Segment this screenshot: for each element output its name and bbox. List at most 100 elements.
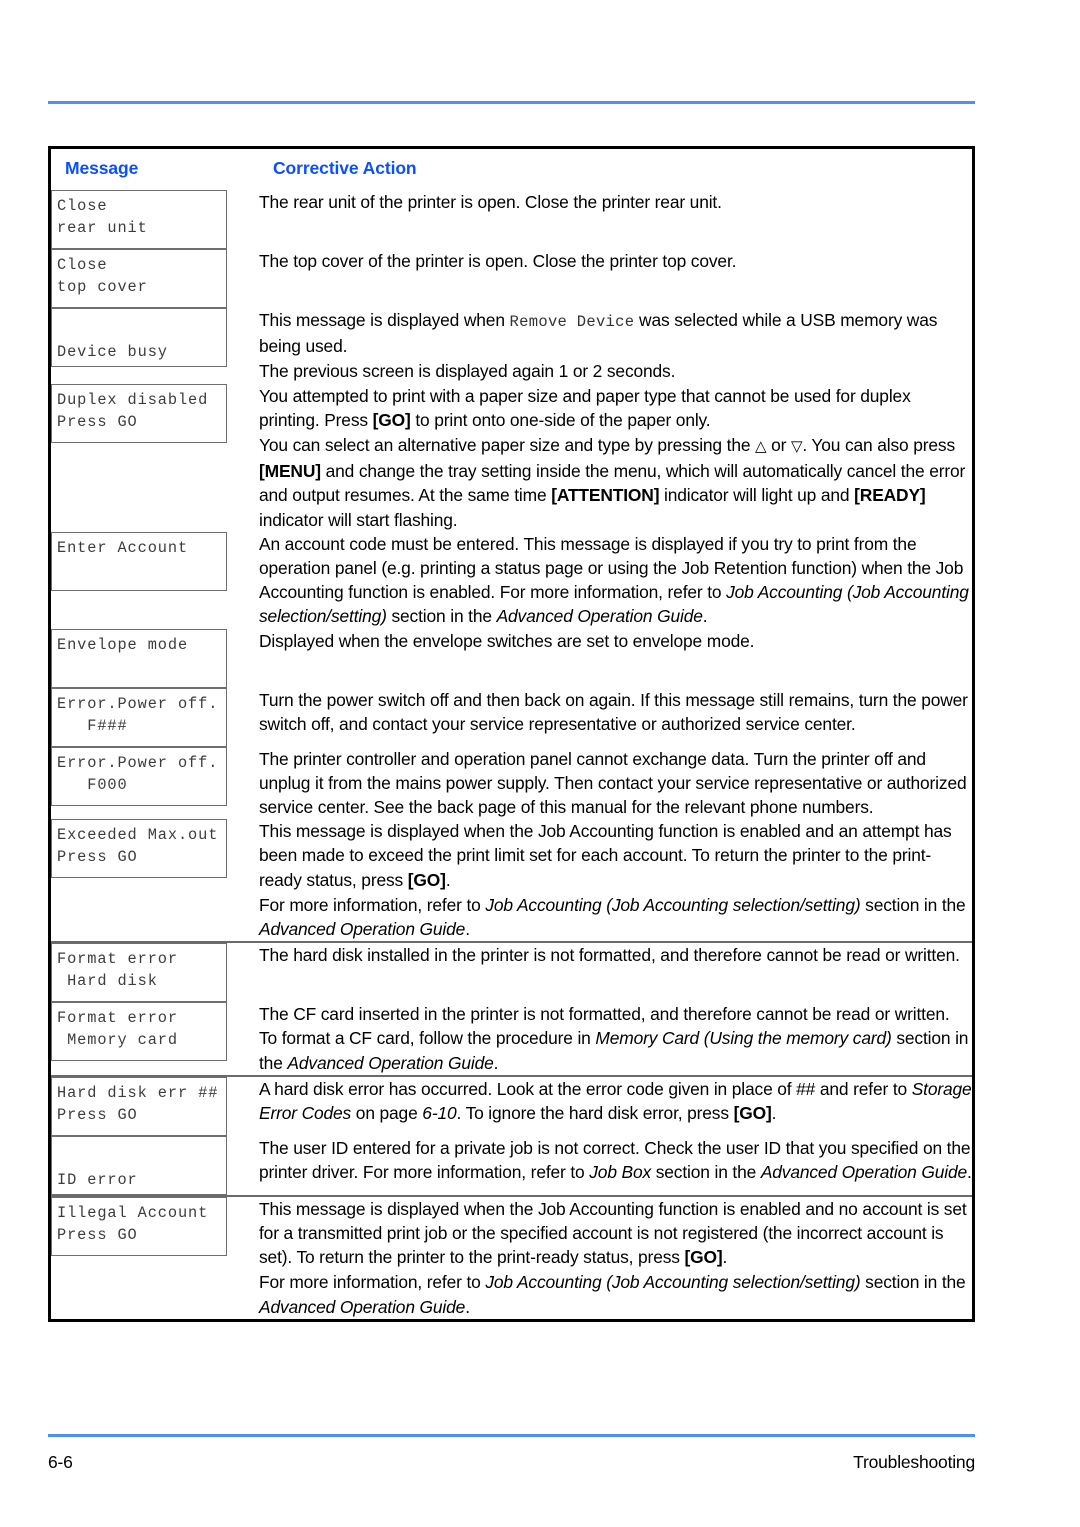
lcd-display-close-rear-unit: Close rear unit <box>51 190 227 249</box>
lcd-display-format-error-hard-disk: Format error Hard disk <box>51 943 227 1003</box>
message-cell-illegal-account: Illegal Account Press GO <box>51 1196 259 1319</box>
page-reference: 6-10 <box>422 1103 457 1124</box>
lcd-line: Memory card <box>57 1031 178 1050</box>
triangle-down-icon: ▽ <box>790 438 803 456</box>
corrective-action-cell: The user ID entered for a private job is… <box>259 1135 972 1197</box>
lcd-line <box>57 656 226 678</box>
text-segment: . <box>967 1162 972 1183</box>
corrective-action-text: This message is displayed when Remove De… <box>259 308 972 358</box>
text-segment: or <box>766 435 791 456</box>
footer-section-title: Troubleshooting <box>853 1452 975 1472</box>
footer-page-number: 6-6 <box>48 1452 73 1472</box>
lcd-line: rear unit <box>57 219 148 237</box>
corrective-action-text: This message is displayed when the Job A… <box>259 819 972 892</box>
key-label-go: [GO] <box>407 869 446 890</box>
corrective-action-text: Turn the power switch off and then back … <box>259 689 968 734</box>
text-segment: This message is displayed when the Job A… <box>259 821 952 890</box>
message-cell-envelope-mode: Envelope mode <box>51 628 259 688</box>
message-cell-error-power-off-fhash: Error.Power off. F### <box>51 687 259 747</box>
text-segment: . <box>465 919 470 940</box>
lcd-display-enter-account: Enter Account <box>51 531 227 591</box>
lcd-line: Illegal Account <box>57 1203 209 1222</box>
reference-title: Memory Card (Using the memory card) <box>595 1028 892 1049</box>
text-segment: This message is displayed when the Job A… <box>259 1198 967 1268</box>
text-segment: . <box>722 1247 728 1268</box>
text-segment: For more information, refer to <box>259 1272 486 1293</box>
text-segment: section in the <box>386 606 497 627</box>
corrective-action-cell: The CF card inserted in the printer is n… <box>259 1002 972 1077</box>
text-segment: section in the <box>860 1272 966 1293</box>
lcd-line: Close <box>57 197 108 215</box>
corrective-action-cell: Displayed when the envelope switches are… <box>259 629 972 688</box>
lcd-line: Press GO <box>57 848 138 867</box>
table-header: Message Corrective Action <box>51 149 972 190</box>
lcd-line: ID error <box>57 1170 138 1189</box>
column-header-message-label: Message <box>65 158 139 178</box>
column-header-corrective-action: Corrective Action <box>259 149 972 190</box>
text-segment: . <box>493 1052 499 1073</box>
table-row: Close top cover The top cover of the pri… <box>51 249 972 308</box>
corrective-action-cell: A hard disk error has occurred. Look at … <box>259 1076 972 1136</box>
triangle-up-icon: △ <box>755 438 767 456</box>
corrective-action-text: The rear unit of the printer is open. Cl… <box>259 192 722 212</box>
table-row: Device busy This message is displayed wh… <box>51 308 972 384</box>
message-cell-device-busy: Device busy <box>51 308 259 384</box>
text-segment: . <box>445 869 451 890</box>
table-row: Hard disk err ## Press GO A hard disk er… <box>51 1076 972 1136</box>
footer-rule <box>48 1434 975 1437</box>
key-label-go: [GO] <box>372 409 411 430</box>
reference-title: Job Box <box>589 1162 652 1183</box>
corrective-action-text: For more information, refer to Job Accou… <box>259 1270 972 1318</box>
lcd-line: Device busy <box>57 343 168 361</box>
message-cell-close-top-cover: Close top cover <box>51 249 259 308</box>
message-table: Message Corrective Action Close rear uni… <box>51 149 972 1319</box>
text-segment: . <box>465 1296 470 1317</box>
lcd-line: Press GO <box>57 1105 138 1124</box>
table-row: Format error Memory card The CF card ins… <box>51 1002 972 1077</box>
table-row: Error.Power off. F000 The printer contro… <box>51 746 972 820</box>
message-cell-format-error-memory-card: Format error Memory card <box>51 1002 259 1077</box>
lcd-line: Press GO <box>57 1225 138 1244</box>
lcd-display-error-power-off-fhash: Error.Power off. F### <box>51 687 227 747</box>
key-label-attention: [ATTENTION] <box>551 485 660 506</box>
lcd-line: Error.Power off. <box>57 753 219 772</box>
table-row: ID error The user ID entered for a priva… <box>51 1135 972 1197</box>
text-segment: . <box>702 606 708 627</box>
table-row: Format error Hard disk The hard disk ins… <box>51 942 972 1003</box>
corrective-action-cell: The top cover of the printer is open. Cl… <box>259 249 972 308</box>
lcd-line: Duplex disabled <box>57 390 209 409</box>
lcd-line: F000 <box>57 775 128 794</box>
lcd-line: Hard disk err ## <box>57 1083 219 1102</box>
text-segment: to print onto one-side of the paper only… <box>410 409 711 430</box>
lcd-display-format-error-memory-card: Format error Memory card <box>51 1002 227 1062</box>
lcd-line: Exceeded Max.out <box>57 826 219 845</box>
message-cell-format-error-hard-disk: Format error Hard disk <box>51 942 259 1003</box>
text-segment: This message is displayed when <box>259 310 510 330</box>
lcd-line: F### <box>57 716 128 735</box>
corrective-action-text: Displayed when the envelope switches are… <box>259 630 755 651</box>
corrective-action-text: This message is displayed when the Job A… <box>259 1197 972 1270</box>
text-segment: A hard disk error has occurred. Look at … <box>259 1078 912 1099</box>
key-label-ready: [READY] <box>854 485 926 506</box>
text-segment: For more information, refer to <box>259 894 486 915</box>
lcd-line: Press GO <box>57 412 138 431</box>
key-label-go: [GO] <box>733 1103 772 1124</box>
corrective-action-text: An account code must be entered. This me… <box>259 532 972 629</box>
text-segment: section in the <box>651 1162 761 1183</box>
lcd-display-duplex-disabled: Duplex disabled Press GO <box>51 383 227 443</box>
column-header-message: Message <box>51 149 259 190</box>
corrective-action-text: The printer controller and operation pan… <box>259 748 967 818</box>
corrective-action-text: The top cover of the printer is open. Cl… <box>259 251 737 271</box>
text-segment: indicator will light up and <box>659 485 855 506</box>
table-row: Exceeded Max.out Press GO This message i… <box>51 819 972 944</box>
lcd-line: top cover <box>57 278 148 296</box>
reference-title: Job Accounting (Job Accounting selection… <box>485 894 861 915</box>
message-cell-error-power-off-f000: Error.Power off. F000 <box>51 746 259 820</box>
lcd-display-close-top-cover: Close top cover <box>51 249 227 308</box>
text-segment: . To ignore the hard disk error, press <box>456 1103 734 1124</box>
text-segment: on page <box>351 1103 423 1124</box>
message-cell-hard-disk-err: Hard disk err ## Press GO <box>51 1076 259 1136</box>
guide-title: Advanced Operation Guide <box>496 606 703 627</box>
lcd-display-illegal-account: Illegal Account Press GO <box>51 1196 227 1256</box>
lcd-line: Enter Account <box>57 538 189 557</box>
